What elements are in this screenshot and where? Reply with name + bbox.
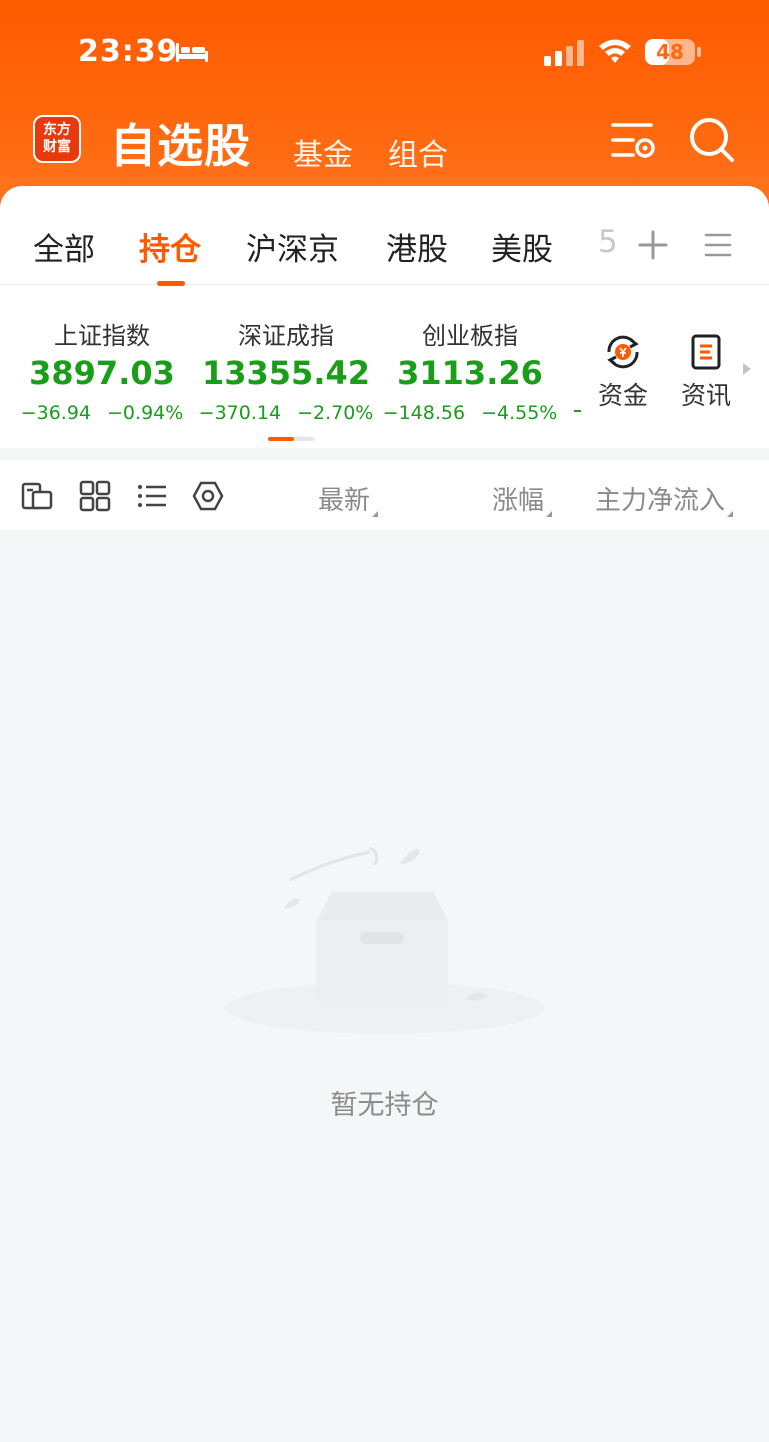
- column-latest[interactable]: 最新: [318, 480, 379, 517]
- settings-list-icon[interactable]: [611, 119, 657, 163]
- search-icon[interactable]: [688, 116, 734, 162]
- portfolio-tab[interactable]: 组合: [388, 130, 448, 174]
- page-title[interactable]: 自选股: [110, 110, 251, 176]
- battery-level: 48: [656, 40, 684, 64]
- sort-icon: [372, 511, 379, 517]
- next-index-peek: [574, 410, 581, 412]
- layout-icon[interactable]: [21, 480, 53, 512]
- tab-a-shares[interactable]: 沪深京: [246, 224, 339, 269]
- index-value: 3897.03: [29, 354, 175, 392]
- column-main-inflow[interactable]: 主力净流入: [595, 480, 734, 517]
- quick-label: 资金: [597, 381, 648, 410]
- index-pager-active: [268, 437, 294, 441]
- index-card-szse[interactable]: 深证成指 13355.42 −370.14 −2.70%: [196, 316, 376, 424]
- index-name: 深证成指: [238, 322, 334, 350]
- list-icon[interactable]: [136, 480, 168, 512]
- watchlist-card: 全部 持仓 沪深京 港股 美股 5 上证指数 3897.03 −36.94 −0.…: [0, 186, 769, 448]
- battery-cap: [697, 47, 701, 57]
- app-logo[interactable]: 东方 财富: [33, 115, 81, 163]
- fund-tab[interactable]: 基金: [293, 130, 353, 174]
- tab-hk-stocks[interactable]: 港股: [386, 224, 448, 269]
- index-change-points: −370.14: [198, 402, 282, 424]
- status-bar: 23:39 48: [0, 0, 769, 100]
- status-time: 23:39: [78, 34, 179, 69]
- wifi-icon: [599, 39, 631, 63]
- index-name: 上证指数: [54, 322, 150, 350]
- tab-all[interactable]: 全部: [33, 224, 95, 269]
- news-link[interactable]: 资讯: [674, 332, 738, 412]
- sort-icon: [727, 511, 734, 517]
- signal-icon: [544, 40, 584, 66]
- yuan-exchange-icon: [607, 335, 639, 369]
- plus-icon[interactable]: [638, 230, 668, 260]
- capital-flow-link[interactable]: 资金: [591, 332, 655, 412]
- index-value: 3113.26: [397, 354, 543, 392]
- sort-icon: [546, 511, 553, 517]
- column-change-label: 涨幅: [492, 486, 545, 516]
- index-change: −370.14 −2.70%: [196, 402, 376, 424]
- column-main-inflow-label: 主力净流入: [595, 486, 726, 516]
- menu-icon[interactable]: [704, 232, 732, 258]
- index-change-pct: −4.55%: [481, 402, 558, 424]
- list-toolbar: 最新 涨幅 主力净流入: [0, 460, 769, 531]
- nav-bar: 东方 财富 自选股 基金 组合: [0, 100, 769, 186]
- news-doc-icon: [691, 334, 721, 370]
- tab-us-stocks[interactable]: 美股: [491, 224, 553, 269]
- index-pager: [268, 437, 314, 441]
- index-value: 13355.42: [201, 354, 370, 392]
- battery-icon: 48: [645, 39, 701, 65]
- index-change: −36.94 −0.94%: [12, 402, 192, 424]
- index-change-points: −148.56: [382, 402, 466, 424]
- index-change: −148.56 −4.55%: [380, 402, 560, 424]
- bed-icon: [176, 43, 208, 62]
- active-tab-indicator: [157, 281, 185, 286]
- quick-label: 资讯: [680, 381, 731, 410]
- logo-line1: 东方: [43, 122, 71, 138]
- empty-box-illustration: [225, 846, 545, 1034]
- tab-overflow[interactable]: 5: [598, 224, 620, 260]
- column-change[interactable]: 涨幅: [492, 480, 553, 517]
- index-change-points: −36.94: [20, 402, 92, 424]
- index-name: 创业板指: [422, 322, 518, 350]
- index-change-pct: −0.94%: [107, 402, 184, 424]
- scroll-right-icon[interactable]: [742, 362, 752, 376]
- empty-state-text: 暂无持仓: [330, 1090, 439, 1121]
- index-card-sse[interactable]: 上证指数 3897.03 −36.94 −0.94%: [12, 316, 192, 424]
- tab-holdings[interactable]: 持仓: [139, 224, 201, 269]
- column-latest-label: 最新: [318, 486, 371, 516]
- hexagon-settings-icon[interactable]: [192, 480, 224, 512]
- grid-icon[interactable]: [79, 480, 111, 512]
- logo-line2: 财富: [43, 139, 71, 155]
- index-change-pct: −2.70%: [297, 402, 374, 424]
- index-card-chinext[interactable]: 创业板指 3113.26 −148.56 −4.55%: [380, 316, 560, 424]
